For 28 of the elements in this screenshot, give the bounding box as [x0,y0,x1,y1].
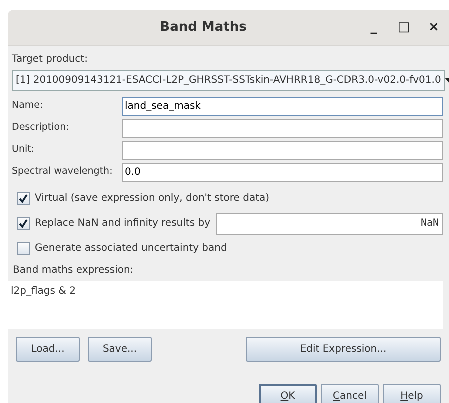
field-label: Spectral wavelength: [12,165,114,180]
field-label: Band maths expression: [13,264,135,278]
text-field[interactable]: 0.0 [122,163,443,182]
expression-textarea[interactable]: l2p_flags & 2 [8,281,443,329]
button[interactable]: Load... [16,337,80,362]
field-label: Target product: [12,53,89,67]
replacement-value-field[interactable]: NaN [216,212,443,234]
checkbox-label: Replace NaN and infinity results by [35,217,210,231]
text-field[interactable] [122,119,443,138]
checkbox[interactable] [17,192,30,205]
close-button[interactable]: × [419,18,449,38]
text-field[interactable] [122,141,443,160]
button[interactable]: OK [259,384,317,403]
field-label: Description: [12,121,70,136]
checkbox-label: Virtual (save expression only, don't store data) [35,192,270,206]
field-label: Unit: [12,143,36,158]
maximize-button[interactable]: □ [389,18,419,38]
button[interactable]: Edit Expression... [246,337,441,362]
checkbox[interactable] [17,242,30,255]
text-field[interactable]: land_sea_mask [122,97,443,116]
button[interactable]: Save... [88,337,152,362]
minimize-button[interactable]: _ [359,18,389,38]
checkbox-label: Generate associated uncertainty band [35,242,228,256]
field-label: Name: [12,99,44,114]
button[interactable]: Cancel [321,384,379,403]
checkbox[interactable] [17,217,30,230]
button[interactable]: Help [383,384,441,403]
window-title: Band Maths [159,18,248,37]
